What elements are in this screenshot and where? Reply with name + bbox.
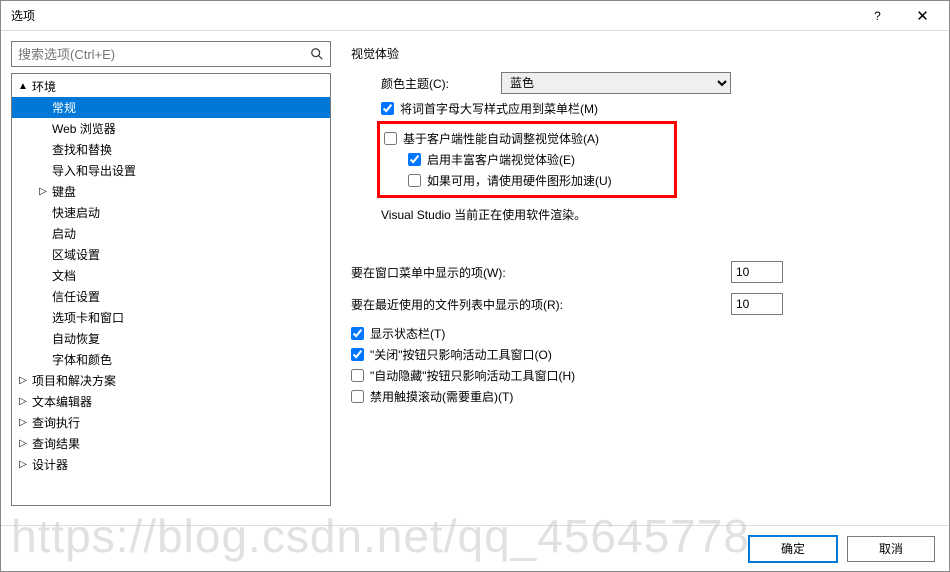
ok-button[interactable]: 确定 [749, 536, 837, 562]
tree-item[interactable]: ▷查询结果 [12, 433, 330, 454]
close-button[interactable]: ✕ [900, 2, 945, 30]
checkbox-close-active[interactable] [351, 348, 364, 361]
tree-item[interactable]: 快速启动 [12, 202, 330, 223]
tree-item[interactable]: ▷项目和解决方案 [12, 370, 330, 391]
recent-files-label: 要在最近使用的文件列表中显示的项(R): [351, 296, 731, 313]
checkbox-rich-client[interactable] [408, 153, 421, 166]
label-rich-client: 启用丰富客户端视觉体验(E) [427, 151, 575, 168]
options-dialog: 选项 ? ✕ ▲环境常规Web 浏览器查找和替换导入和导出设置▷键盘快速启动启动… [0, 0, 950, 572]
checkbox-autohide-active[interactable] [351, 369, 364, 382]
titlebar: 选项 ? ✕ [1, 1, 949, 31]
tree-item-label: Web 浏览器 [50, 120, 116, 137]
tree-item[interactable]: 选项卡和窗口 [12, 307, 330, 328]
tree-item-label: 自动恢复 [50, 330, 100, 347]
search-box[interactable] [11, 41, 331, 67]
tree-arrow-icon: ▷ [16, 438, 30, 449]
settings-panel: 视觉体验 颜色主题(C): 蓝色 将词首字母大写样式应用到菜单栏(M) 基于客户… [331, 41, 939, 506]
window-menu-input[interactable] [731, 261, 783, 283]
tree-item-label: 启动 [50, 225, 76, 242]
tree-item-label: 文本编辑器 [30, 393, 92, 410]
tree-item[interactable]: 启动 [12, 223, 330, 244]
tree-item[interactable]: 区域设置 [12, 244, 330, 265]
tree-item[interactable]: 字体和颜色 [12, 349, 330, 370]
help-button[interactable]: ? [855, 2, 900, 30]
tree-arrow-icon: ▷ [16, 396, 30, 407]
search-icon[interactable] [304, 42, 330, 66]
group-visual-experience: 视觉体验 [351, 45, 931, 62]
window-title: 选项 [11, 7, 855, 24]
tree-arrow-icon: ▷ [36, 186, 50, 197]
checkbox-title-case[interactable] [381, 102, 394, 115]
color-theme-select[interactable]: 蓝色 [501, 72, 731, 94]
tree-arrow-icon: ▷ [16, 459, 30, 470]
tree-item-label: 区域设置 [50, 246, 100, 263]
tree-item[interactable]: 导入和导出设置 [12, 160, 330, 181]
label-disable-touch: 禁用触摸滚动(需要重启)(T) [370, 388, 513, 405]
tree-item[interactable]: 信任设置 [12, 286, 330, 307]
label-close-active: "关闭"按钮只影响活动工具窗口(O) [370, 346, 552, 363]
window-menu-label: 要在窗口菜单中显示的项(W): [351, 264, 731, 281]
tree-item-label: 项目和解决方案 [30, 372, 116, 389]
tree-item[interactable]: 自动恢复 [12, 328, 330, 349]
cancel-button[interactable]: 取消 [847, 536, 935, 562]
tree-item-label: 常规 [50, 99, 76, 116]
tree-item-label: 查询结果 [30, 435, 80, 452]
label-auto-adjust: 基于客户端性能自动调整视觉体验(A) [403, 130, 599, 147]
checkbox-disable-touch[interactable] [351, 390, 364, 403]
tree-arrow-icon: ▷ [16, 417, 30, 428]
tree-item-label: 信任设置 [50, 288, 100, 305]
checkbox-auto-adjust[interactable] [384, 132, 397, 145]
label-hw-accel: 如果可用，请使用硬件图形加速(U) [427, 172, 612, 189]
tree-item-label: 文档 [50, 267, 76, 284]
checkbox-statusbar[interactable] [351, 327, 364, 340]
tree-item-label: 查找和替换 [50, 141, 112, 158]
tree-item[interactable]: ▷键盘 [12, 181, 330, 202]
tree-item[interactable]: 常规 [12, 97, 330, 118]
tree-item[interactable]: Web 浏览器 [12, 118, 330, 139]
tree-item-label: 环境 [30, 78, 56, 95]
highlighted-group: 基于客户端性能自动调整视觉体验(A) 启用丰富客户端视觉体验(E) 如果可用，请… [377, 121, 677, 198]
tree-item-label: 字体和颜色 [50, 351, 112, 368]
tree-item[interactable]: 文档 [12, 265, 330, 286]
category-tree[interactable]: ▲环境常规Web 浏览器查找和替换导入和导出设置▷键盘快速启动启动区域设置文档信… [11, 73, 331, 506]
tree-item-label: 快速启动 [50, 204, 100, 221]
tree-arrow-icon: ▲ [16, 81, 30, 92]
checkbox-hw-accel[interactable] [408, 174, 421, 187]
color-theme-label: 颜色主题(C): [381, 75, 501, 92]
tree-item[interactable]: ▲环境 [12, 76, 330, 97]
label-autohide-active: "自动隐藏"按钮只影响活动工具窗口(H) [370, 367, 575, 384]
render-status-text: Visual Studio 当前正在使用软件渲染。 [381, 206, 931, 223]
tree-item-label: 设计器 [30, 456, 68, 473]
search-input[interactable] [12, 42, 304, 66]
tree-item-label: 导入和导出设置 [50, 162, 136, 179]
tree-item[interactable]: ▷设计器 [12, 454, 330, 475]
tree-item[interactable]: ▷查询执行 [12, 412, 330, 433]
recent-files-input[interactable] [731, 293, 783, 315]
label-statusbar: 显示状态栏(T) [370, 325, 445, 342]
tree-item[interactable]: 查找和替换 [12, 139, 330, 160]
dialog-footer: 确定 取消 [1, 525, 949, 571]
tree-item-label: 键盘 [50, 183, 76, 200]
tree-item[interactable]: ▷文本编辑器 [12, 391, 330, 412]
label-title-case: 将词首字母大写样式应用到菜单栏(M) [400, 100, 598, 117]
tree-item-label: 查询执行 [30, 414, 80, 431]
tree-item-label: 选项卡和窗口 [50, 309, 124, 326]
tree-arrow-icon: ▷ [16, 375, 30, 386]
